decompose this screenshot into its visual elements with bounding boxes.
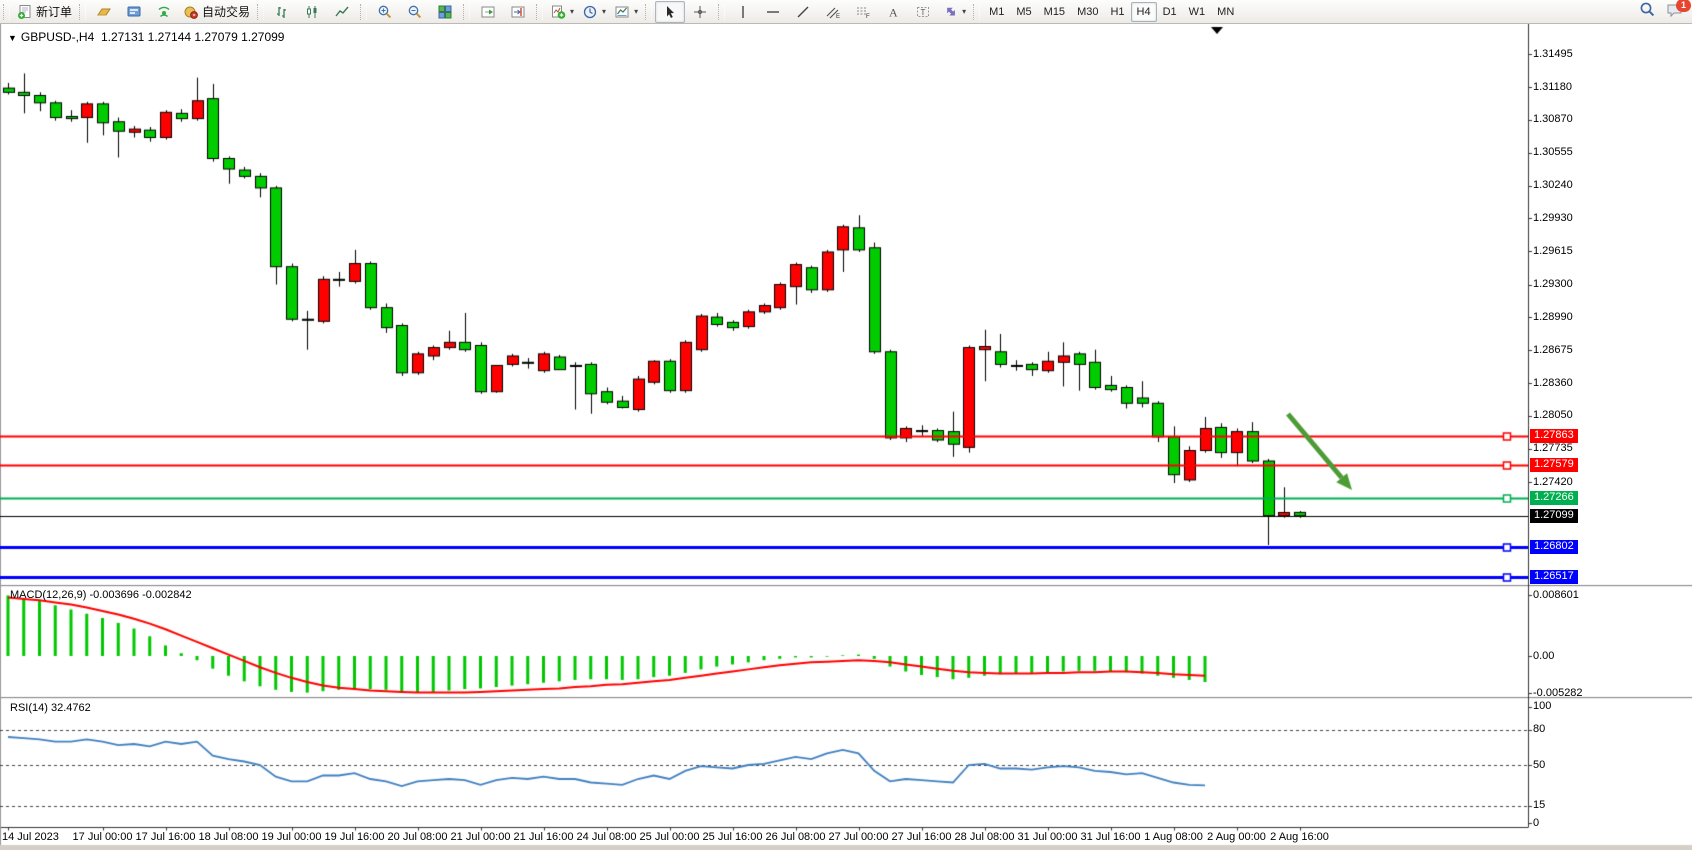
profiles-icon [96, 4, 112, 20]
candlestick-chart-icon [304, 4, 320, 20]
toolbar-group-separator [718, 4, 725, 20]
trendline-icon [795, 4, 811, 20]
horizontal-line-icon [765, 4, 781, 20]
vertical-line-button[interactable] [728, 1, 758, 23]
templates-button[interactable]: ▾ [610, 1, 642, 23]
autotrading-button[interactable]: 自动交易 [179, 1, 254, 23]
indicators-button[interactable]: ▾ [546, 1, 578, 23]
svg-text:A: A [889, 5, 898, 19]
profiles-button[interactable] [89, 1, 119, 23]
chart-shift-button[interactable] [503, 1, 533, 23]
tile-windows-icon [437, 4, 453, 20]
fibonacci-icon: F [855, 4, 871, 20]
candlestick-chart-button[interactable] [297, 1, 327, 23]
bar-chart-button[interactable] [267, 1, 297, 23]
trading-platform-window: 新订单自动交易▾▾▾EFAT▾M1M5M15M30H1H4D1W1MN1 ▼GB… [0, 0, 1692, 850]
cursor-button[interactable] [655, 1, 685, 23]
toolbar-group-separator [257, 4, 264, 20]
bar-chart-icon [274, 4, 290, 20]
auto-scroll-icon [480, 4, 496, 20]
chevron-down-icon[interactable]: ▾ [570, 7, 574, 16]
chart-area[interactable] [0, 0, 1692, 850]
chart-shift-icon [510, 4, 526, 20]
crosshair-icon [692, 4, 708, 20]
timeframe-button-w1[interactable]: W1 [1183, 2, 1212, 22]
timeframe-button-m15[interactable]: M15 [1038, 2, 1071, 22]
svg-text:F: F [866, 14, 870, 20]
text-label-icon: T [915, 4, 931, 20]
toolbar-group-separator [973, 4, 980, 20]
channel-button[interactable]: E [818, 1, 848, 23]
search-icon[interactable] [1639, 1, 1656, 21]
toolbar-group-separator [463, 4, 470, 20]
zoom-out-icon [407, 4, 423, 20]
zoom-in-icon [377, 4, 393, 20]
trendline-button[interactable] [788, 1, 818, 23]
toolbar-group-separator [3, 4, 10, 20]
new-order-button[interactable]: 新订单 [13, 1, 76, 23]
svg-text:T: T [921, 8, 926, 17]
toolbar-group-separator [360, 4, 367, 20]
text-button[interactable]: A [878, 1, 908, 23]
toolbar: 新订单 自动交易 ▾ ▾ ▾ E F A T ▾ M1M5M15M30H1H4D1W1MN 1 [0, 0, 1692, 24]
vertical-line-icon [735, 4, 751, 20]
signals-icon [156, 4, 172, 20]
chevron-down-icon[interactable]: ▾ [602, 7, 606, 16]
auto-scroll-button[interactable] [473, 1, 503, 23]
periods-button[interactable]: ▾ [578, 1, 610, 23]
chevron-down-icon[interactable]: ▾ [634, 7, 638, 16]
notification-badge: 1 [1676, 0, 1691, 12]
clock-icon [582, 4, 598, 20]
toolbar-group-separator [536, 4, 543, 20]
channel-icon: E [825, 4, 841, 20]
text-label-button[interactable]: T [908, 1, 938, 23]
crosshair-button[interactable] [685, 1, 715, 23]
timeframe-button-h1[interactable]: H1 [1104, 2, 1130, 22]
tile-windows-button[interactable] [430, 1, 460, 23]
chat-icon[interactable]: 1 [1666, 2, 1684, 21]
fibonacci-button[interactable]: F [848, 1, 878, 23]
cursor-icon [662, 4, 678, 20]
arrows-icon [942, 4, 958, 20]
horizontal-line-button[interactable] [758, 1, 788, 23]
signals-button[interactable] [149, 1, 179, 23]
chevron-down-icon[interactable]: ▾ [962, 7, 966, 16]
terminal-icon [126, 4, 142, 20]
new-order-icon [17, 4, 33, 20]
timeframe-button-m5[interactable]: M5 [1010, 2, 1037, 22]
timeframe-button-mn[interactable]: MN [1211, 2, 1240, 22]
timeframe-button-m30[interactable]: M30 [1071, 2, 1104, 22]
text-icon: A [885, 4, 901, 20]
zoom-in-button[interactable] [370, 1, 400, 23]
timeframe-button-d1[interactable]: D1 [1157, 2, 1183, 22]
indicators-icon [550, 4, 566, 20]
line-chart-button[interactable] [327, 1, 357, 23]
svg-text:E: E [836, 14, 840, 20]
zoom-out-button[interactable] [400, 1, 430, 23]
toolbar-group-separator [645, 4, 652, 20]
terminal-button[interactable] [119, 1, 149, 23]
autotrading-icon [183, 4, 199, 20]
new-order-button-label: 新订单 [36, 3, 72, 20]
arrows-button[interactable]: ▾ [938, 1, 970, 23]
timeframe-button-m1[interactable]: M1 [983, 2, 1010, 22]
timeframe-button-h4[interactable]: H4 [1131, 2, 1157, 22]
toolbar-group-separator [79, 4, 86, 20]
line-chart-icon [334, 4, 350, 20]
autotrading-button-label: 自动交易 [202, 3, 250, 20]
template-icon [614, 4, 630, 20]
